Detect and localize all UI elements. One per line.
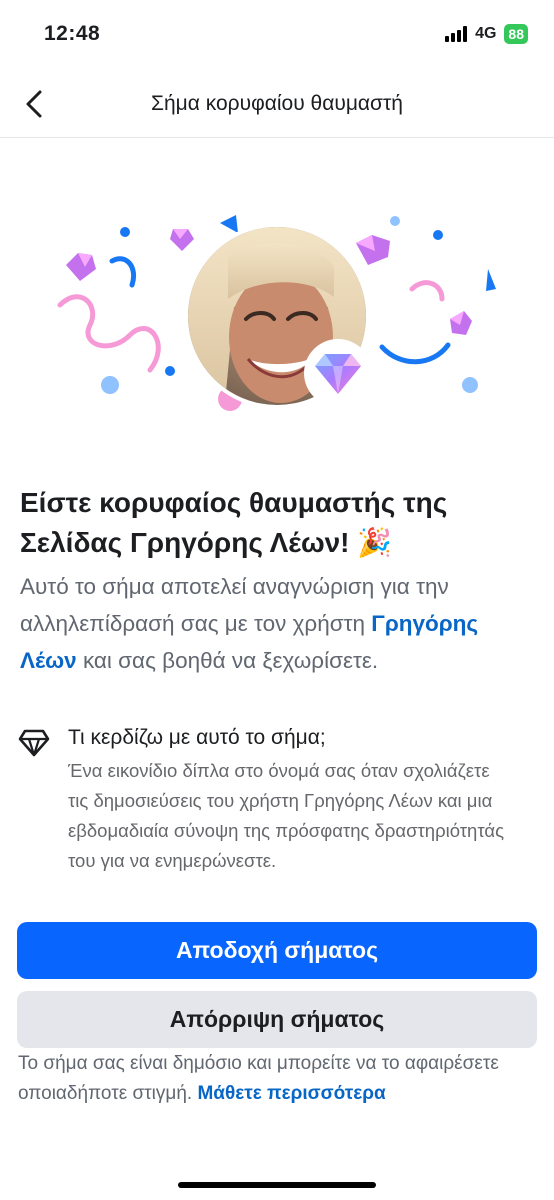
benefit-text: Ένα εικονίδιο δίπλα στο όνομά σας όταν σ… [68, 760, 505, 871]
learn-more-link[interactable]: Μάθετε περισσότερα [197, 1083, 385, 1104]
network-label: 4G [475, 25, 497, 42]
battery-indicator: 88 [504, 24, 528, 44]
status-bar: 12:48 4G 88 [0, 0, 554, 70]
home-indicator [178, 1182, 376, 1188]
diamond-icon [315, 354, 361, 394]
diamond-outline-icon [18, 729, 50, 757]
headline: Είστε κορυφαίος θαυμαστής της Σελίδας Γρ… [20, 483, 534, 563]
header-bar: Σήμα κορυφαίου θαυμαστή [0, 72, 554, 138]
page-title: Σήμα κορυφαίου θαυμαστή [151, 92, 403, 115]
party-popper-icon: 🎉 [357, 527, 393, 558]
benefit-title: Τι κερδίζω με αυτό το σήμα; [68, 726, 326, 749]
description: Αυτό το σήμα αποτελεί αναγνώριση για την… [20, 568, 534, 679]
footer-note: Το σήμα σας είναι δημόσιο και μπορείτε ν… [18, 1049, 538, 1109]
status-time: 12:48 [44, 22, 101, 45]
signal-icon [445, 26, 468, 42]
reject-badge-button[interactable]: Απόρριψη σήματος [17, 991, 537, 1048]
accept-badge-button[interactable]: Αποδοχή σήματος [17, 922, 537, 979]
status-indicators: 4G 88 [445, 24, 528, 44]
top-fan-badge [304, 339, 372, 407]
description-part2: και σας βοηθά να ξεχωρίσετε. [76, 648, 379, 673]
hero-illustration [40, 195, 514, 435]
